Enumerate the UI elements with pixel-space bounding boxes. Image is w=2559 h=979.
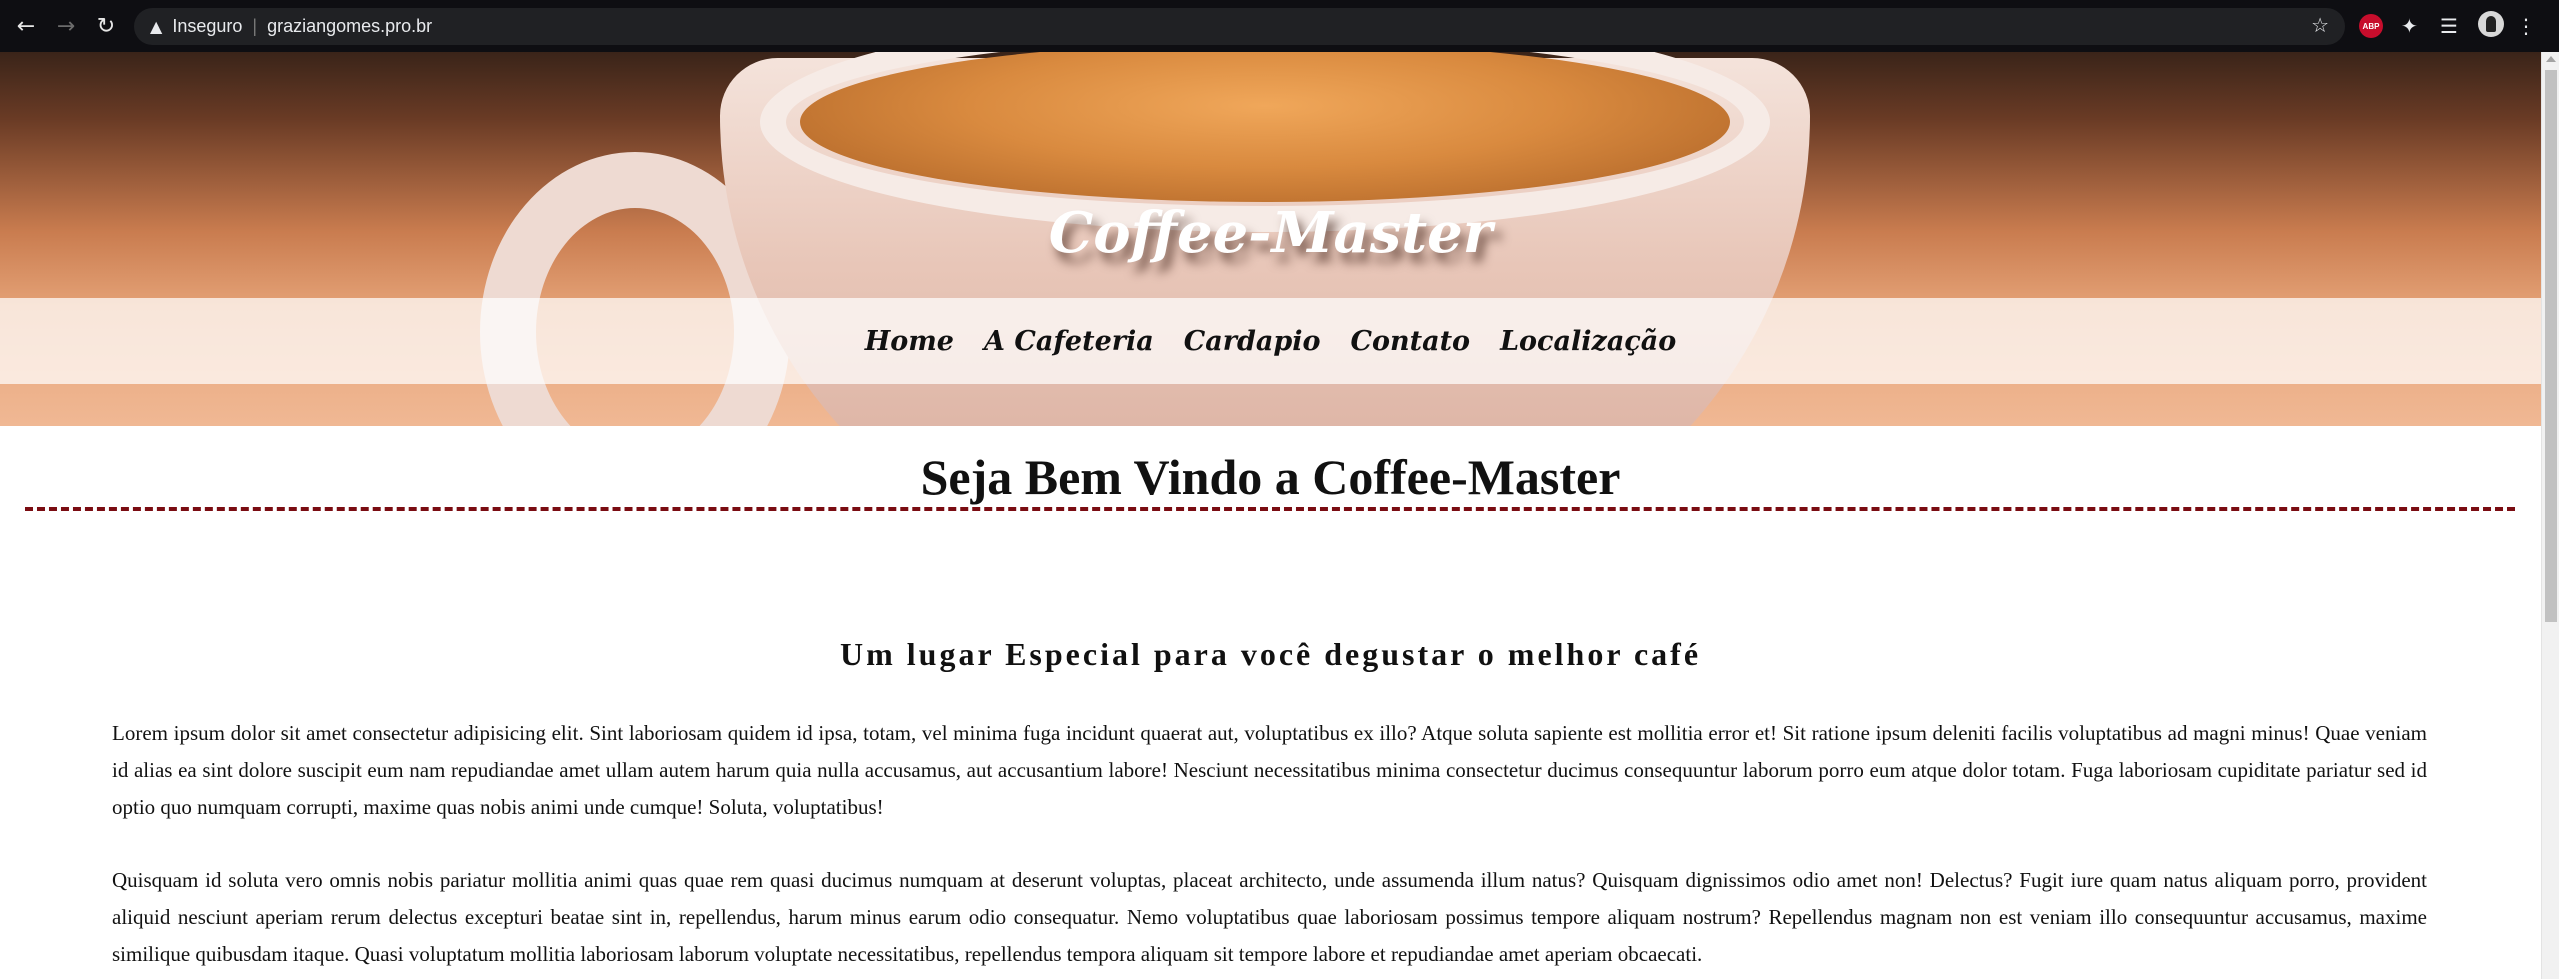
url-text: graziangomes.pro.br [267, 16, 433, 36]
nav-contato[interactable]: Contato [1335, 326, 1485, 357]
scrollbar-thumb[interactable] [2545, 70, 2557, 622]
nav-a-cafeteria[interactable]: A Cafeteria [969, 326, 1169, 357]
reload-icon[interactable]: ↻ [89, 9, 123, 43]
heading-divider [25, 507, 2515, 511]
address-separator: | [252, 16, 258, 36]
back-arrow-icon[interactable]: ← [9, 9, 43, 43]
security-label: Inseguro [172, 16, 243, 36]
bookmark-star-icon[interactable]: ☆ [2311, 13, 2329, 37]
media-queue-icon[interactable]: ☰ [2440, 14, 2458, 38]
warning-icon: ▲ [150, 17, 163, 36]
section-subheading: Um lugar Especial para você degustar o m… [839, 636, 1702, 672]
extensions-puzzle-icon[interactable]: ✦ [2401, 14, 2418, 38]
site-title: Coffee-Master [1048, 200, 1493, 266]
menu-kebab-icon[interactable]: ⋮ [2516, 14, 2536, 38]
nav-localizacao[interactable]: Localização [1485, 326, 1691, 357]
intro-paragraph-2: Quisquam id soluta vero omnis nobis pari… [112, 868, 2427, 966]
page-scrollbar[interactable] [2541, 52, 2559, 979]
main-navigation: Home A Cafeteria Cardapio Contato Locali… [0, 298, 2541, 384]
forward-arrow-icon[interactable]: → [49, 9, 83, 43]
nav-cardapio[interactable]: Cardapio [1169, 326, 1336, 357]
adblock-extension-icon[interactable]: ABP [2359, 14, 2383, 38]
welcome-heading: Seja Bem Vindo a Coffee-Master [920, 449, 1621, 505]
nav-home[interactable]: Home [850, 326, 969, 357]
address-bar[interactable]: ▲ Inseguro | graziangomes.pro.br ☆ [134, 8, 2345, 45]
hero-banner: Coffee-Master Home A Cafeteria Cardapio … [0, 52, 2541, 426]
profile-avatar[interactable] [2478, 11, 2504, 37]
intro-paragraph-1: Lorem ipsum dolor sit amet consectetur a… [112, 721, 2427, 819]
scroll-up-arrow-icon[interactable] [2546, 56, 2556, 62]
browser-toolbar: ← → ↻ ▲ Inseguro | graziangomes.pro.br ☆… [0, 0, 2559, 52]
